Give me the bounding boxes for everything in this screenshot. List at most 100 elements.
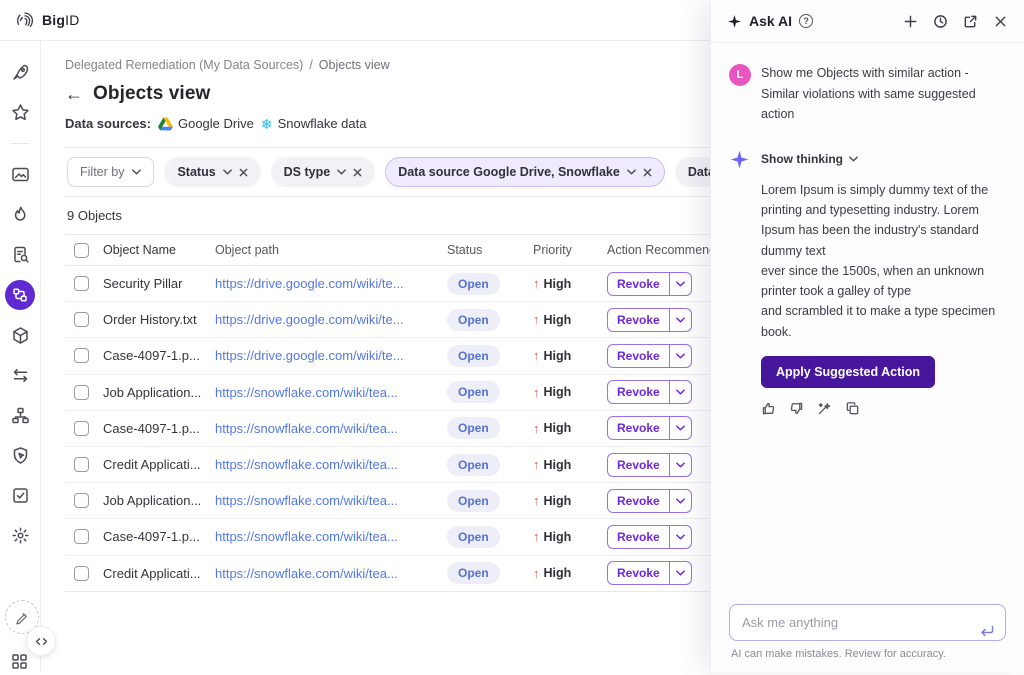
- breadcrumb-current: Objects view: [319, 58, 390, 72]
- action-dropdown-button[interactable]: [670, 277, 691, 291]
- action-button-label[interactable]: Revoke: [608, 309, 669, 331]
- row-checkbox[interactable]: [74, 312, 89, 327]
- action-dropdown-button[interactable]: [670, 566, 691, 580]
- select-all-checkbox[interactable]: [74, 243, 89, 258]
- object-name: Case-4097-1.p...: [103, 348, 215, 363]
- remove-filter-icon[interactable]: [643, 168, 652, 177]
- object-path-link[interactable]: https://drive.google.com/wiki/te...: [215, 348, 404, 363]
- star-icon[interactable]: [11, 103, 30, 122]
- row-checkbox[interactable]: [74, 457, 89, 472]
- action-split-button[interactable]: Revoke: [607, 272, 692, 296]
- action-dropdown-button[interactable]: [670, 349, 691, 363]
- filter-by-dropdown[interactable]: Filter by: [67, 157, 154, 187]
- ai-response-line: ever since the 1500s, when an unknown pr…: [761, 261, 1006, 302]
- column-object-name[interactable]: Object Name: [103, 243, 215, 257]
- action-button-label[interactable]: Revoke: [608, 417, 669, 439]
- row-checkbox[interactable]: [74, 493, 89, 508]
- action-split-button[interactable]: Revoke: [607, 416, 692, 440]
- ai-response: Lorem Ipsum is simply dummy text of the …: [761, 180, 1006, 342]
- row-checkbox[interactable]: [74, 529, 89, 544]
- action-split-button[interactable]: Revoke: [607, 525, 692, 549]
- collapse-sidebar-button[interactable]: [26, 626, 56, 656]
- row-checkbox[interactable]: [74, 385, 89, 400]
- filter-chip[interactable]: Status: [164, 157, 260, 187]
- row-checkbox[interactable]: [74, 421, 89, 436]
- action-button-label[interactable]: Revoke: [608, 562, 669, 584]
- brand-name: BigID: [42, 12, 80, 28]
- apply-suggested-action-button[interactable]: Apply Suggested Action: [761, 356, 935, 388]
- history-button[interactable]: [933, 14, 948, 29]
- action-button-label[interactable]: Revoke: [608, 490, 669, 512]
- action-button-label[interactable]: Revoke: [608, 345, 669, 367]
- action-dropdown-button[interactable]: [670, 385, 691, 399]
- flame-icon[interactable]: [11, 205, 30, 224]
- object-name: Case-4097-1.p...: [103, 421, 215, 436]
- back-button[interactable]: ←: [65, 85, 83, 103]
- action-button-label[interactable]: Revoke: [608, 454, 669, 476]
- object-path-link[interactable]: https://snowflake.com/wiki/tea...: [215, 457, 398, 472]
- object-path-link[interactable]: https://snowflake.com/wiki/tea...: [215, 385, 398, 400]
- object-name: Credit Applicati...: [103, 457, 215, 472]
- action-button-label[interactable]: Revoke: [608, 381, 669, 403]
- remediation-workflow-icon-active[interactable]: [5, 280, 35, 310]
- remove-filter-icon[interactable]: [239, 168, 248, 177]
- sitemap-icon[interactable]: [11, 406, 30, 425]
- gear-icon[interactable]: [11, 526, 30, 545]
- help-icon[interactable]: ?: [799, 14, 813, 28]
- action-dropdown-button[interactable]: [670, 494, 691, 508]
- action-dropdown-button[interactable]: [670, 458, 691, 472]
- action-split-button[interactable]: Revoke: [607, 344, 692, 368]
- object-path-link[interactable]: https://drive.google.com/wiki/te...: [215, 276, 404, 291]
- bigid-logo[interactable]: BigID: [14, 9, 80, 31]
- cube-icon[interactable]: [11, 326, 30, 345]
- apps-grid-icon[interactable]: [11, 653, 28, 670]
- copy-button[interactable]: [845, 401, 860, 416]
- row-checkbox[interactable]: [74, 276, 89, 291]
- snowflake-icon: ❄: [261, 117, 273, 131]
- open-in-new-button[interactable]: [963, 14, 978, 29]
- action-button-label[interactable]: Revoke: [608, 273, 669, 295]
- swap-arrows-icon[interactable]: [11, 366, 30, 385]
- object-path-link[interactable]: https://drive.google.com/wiki/te...: [215, 312, 404, 327]
- chevron-down-icon[interactable]: [337, 169, 346, 175]
- breadcrumb-parent[interactable]: Delegated Remediation (My Data Sources): [65, 58, 303, 72]
- chevron-down-icon: [676, 317, 685, 323]
- object-path-link[interactable]: https://snowflake.com/wiki/tea...: [215, 493, 398, 508]
- action-dropdown-button[interactable]: [670, 530, 691, 544]
- action-dropdown-button[interactable]: [670, 421, 691, 435]
- filter-chip[interactable]: Data source Google Drive, Snowflake: [385, 157, 665, 187]
- action-split-button[interactable]: Revoke: [607, 489, 692, 513]
- object-path-link[interactable]: https://snowflake.com/wiki/tea...: [215, 421, 398, 436]
- action-split-button[interactable]: Revoke: [607, 453, 692, 477]
- chevron-down-icon[interactable]: [223, 169, 232, 175]
- row-checkbox[interactable]: [74, 566, 89, 581]
- action-split-button[interactable]: Revoke: [607, 308, 692, 332]
- column-priority[interactable]: Priority: [533, 243, 607, 257]
- show-thinking-toggle[interactable]: Show thinking: [761, 152, 858, 166]
- column-object-path[interactable]: Object path: [215, 243, 447, 257]
- action-split-button[interactable]: Revoke: [607, 561, 692, 585]
- enter-key-icon[interactable]: [979, 623, 995, 639]
- thumbs-down-button[interactable]: [789, 401, 804, 416]
- priority-up-icon: ↑: [533, 566, 540, 581]
- object-path-link[interactable]: https://snowflake.com/wiki/tea...: [215, 566, 398, 581]
- column-status[interactable]: Status: [447, 243, 533, 257]
- shield-cursor-icon[interactable]: [11, 446, 30, 465]
- object-path-link[interactable]: https://snowflake.com/wiki/tea...: [215, 529, 398, 544]
- chevron-down-icon[interactable]: [627, 169, 636, 175]
- action-button-label[interactable]: Revoke: [608, 526, 669, 548]
- action-dropdown-button[interactable]: [670, 313, 691, 327]
- thumbs-up-button[interactable]: [761, 401, 776, 416]
- remove-filter-icon[interactable]: [353, 168, 362, 177]
- filter-chip[interactable]: DS type: [271, 157, 376, 187]
- action-split-button[interactable]: Revoke: [607, 380, 692, 404]
- document-search-icon[interactable]: [11, 245, 30, 264]
- rocket-icon[interactable]: [11, 63, 30, 82]
- magic-wand-button[interactable]: [817, 401, 832, 416]
- new-chat-button[interactable]: [903, 14, 918, 29]
- image-chart-icon[interactable]: [11, 165, 30, 184]
- check-square-icon[interactable]: [11, 486, 30, 505]
- ask-ai-input[interactable]: [729, 604, 1006, 641]
- row-checkbox[interactable]: [74, 348, 89, 363]
- close-panel-button[interactable]: [993, 14, 1008, 29]
